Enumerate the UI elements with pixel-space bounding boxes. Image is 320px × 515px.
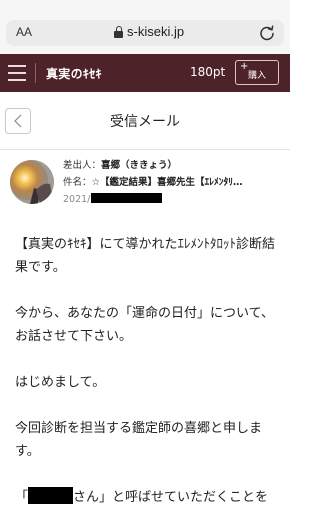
- browser-address-bar: AA s-kiseki.jp: [0, 0, 290, 54]
- subject-line: 件名：☆【鑑定結果】喜郷先生【ｴﾚﾒﾝﾀﾘ…: [63, 177, 243, 188]
- site-logo[interactable]: 真実のｷｾｷ: [46, 65, 102, 82]
- message-header: 差出人：喜郷（ききょう） 件名：☆【鑑定結果】喜郷先生【ｴﾚﾒﾝﾀﾘ… 2021…: [0, 150, 290, 212]
- points-balance: 180pt: [190, 65, 226, 79]
- page-title: 受信メール: [110, 114, 180, 130]
- sender-name: 喜郷（ききょう）: [101, 160, 178, 171]
- buy-points-button[interactable]: + 購入: [235, 60, 279, 85]
- buy-label: 購入: [247, 71, 266, 81]
- message-date: 2021/: [63, 191, 283, 208]
- body-paragraph: 「さん」と呼ばせていただくことを: [15, 486, 277, 509]
- message-body: 【真実のｷｾｷ】にて導かれたｴﾚﾒﾝﾄﾀﾛｯﾄ診断結果です。 今から、あなたの「…: [15, 233, 277, 515]
- sender-line: 差出人：喜郷（ききょう）: [63, 160, 178, 171]
- reload-icon[interactable]: [258, 24, 276, 42]
- app-header: 真実のｷｾｷ 180pt + 購入: [0, 54, 290, 92]
- sender-avatar: [10, 160, 54, 204]
- body-paragraph: 今から、あなたの「運命の日付」について、お話させて下さい。: [15, 306, 274, 344]
- plus-icon: +: [240, 61, 249, 72]
- url-text: s-kiseki.jp: [127, 24, 185, 39]
- page-title-bar: 受信メール: [0, 92, 290, 150]
- url-bar[interactable]: AA s-kiseki.jp: [6, 20, 284, 46]
- body-paragraph: 【真実のｷｾｷ】にて導かれたｴﾚﾒﾝﾄﾀﾛｯﾄ診断結果です。: [15, 237, 276, 275]
- text-size-button[interactable]: AA: [16, 25, 32, 39]
- aa-label: AA: [16, 25, 33, 39]
- redacted-date: [91, 193, 163, 203]
- redacted-name: [28, 487, 74, 504]
- lock-icon: [114, 25, 123, 38]
- body-paragraph: はじめまして。: [15, 375, 106, 390]
- subject-text: ☆【鑑定結果】喜郷先生【ｴﾚﾒﾝﾀﾘ…: [91, 177, 243, 188]
- header-divider: [35, 63, 36, 83]
- menu-icon[interactable]: [8, 65, 26, 81]
- body-paragraph: 今回診断を担当する鑑定師の喜郷と申します。: [15, 421, 263, 459]
